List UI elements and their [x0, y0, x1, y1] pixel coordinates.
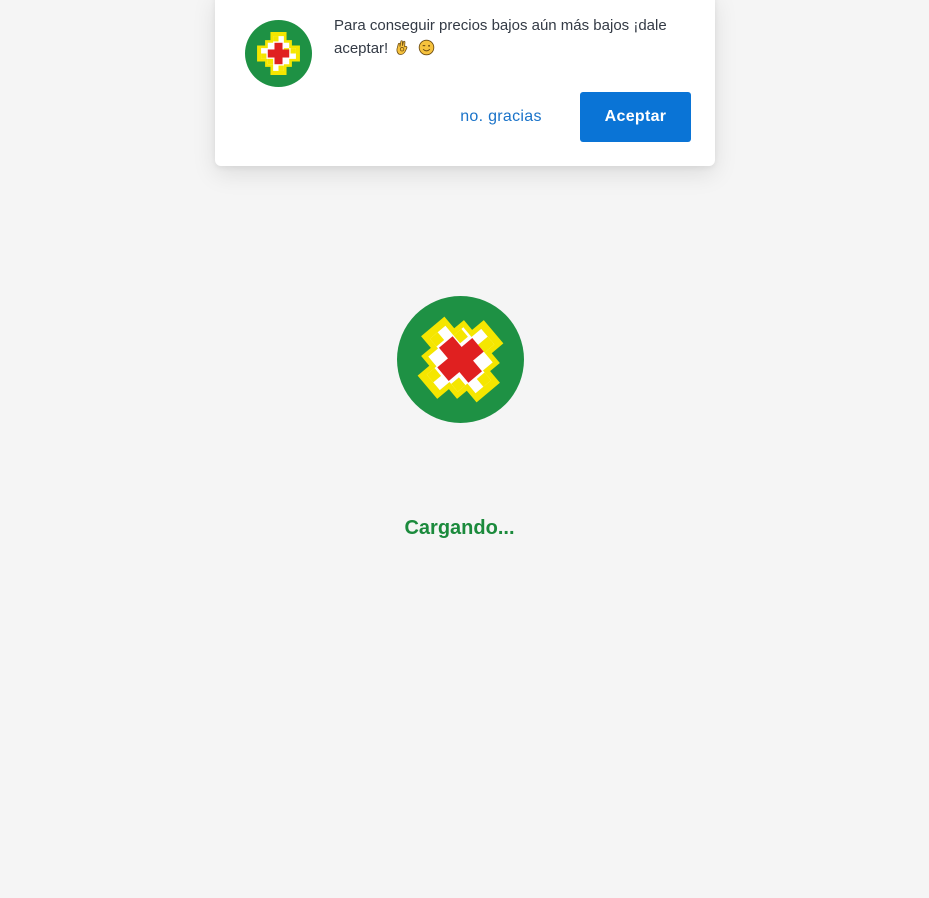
- pharmacy-logo-icon: [245, 20, 312, 87]
- accept-button[interactable]: Aceptar: [580, 92, 691, 142]
- decline-button[interactable]: no. gracias: [445, 92, 557, 142]
- loading-text: Cargando...: [404, 517, 515, 539]
- ok-hand-emoji-icon: [394, 39, 411, 56]
- winking-face-emoji-icon: [418, 39, 435, 56]
- loading-logo-icon: [397, 296, 524, 423]
- prompt-message: Para conseguir precios bajos aún más baj…: [334, 14, 694, 60]
- notification-prompt: Para conseguir precios bajos aún más baj…: [215, 0, 715, 166]
- prompt-message-text: Para conseguir precios bajos aún más baj…: [334, 17, 667, 57]
